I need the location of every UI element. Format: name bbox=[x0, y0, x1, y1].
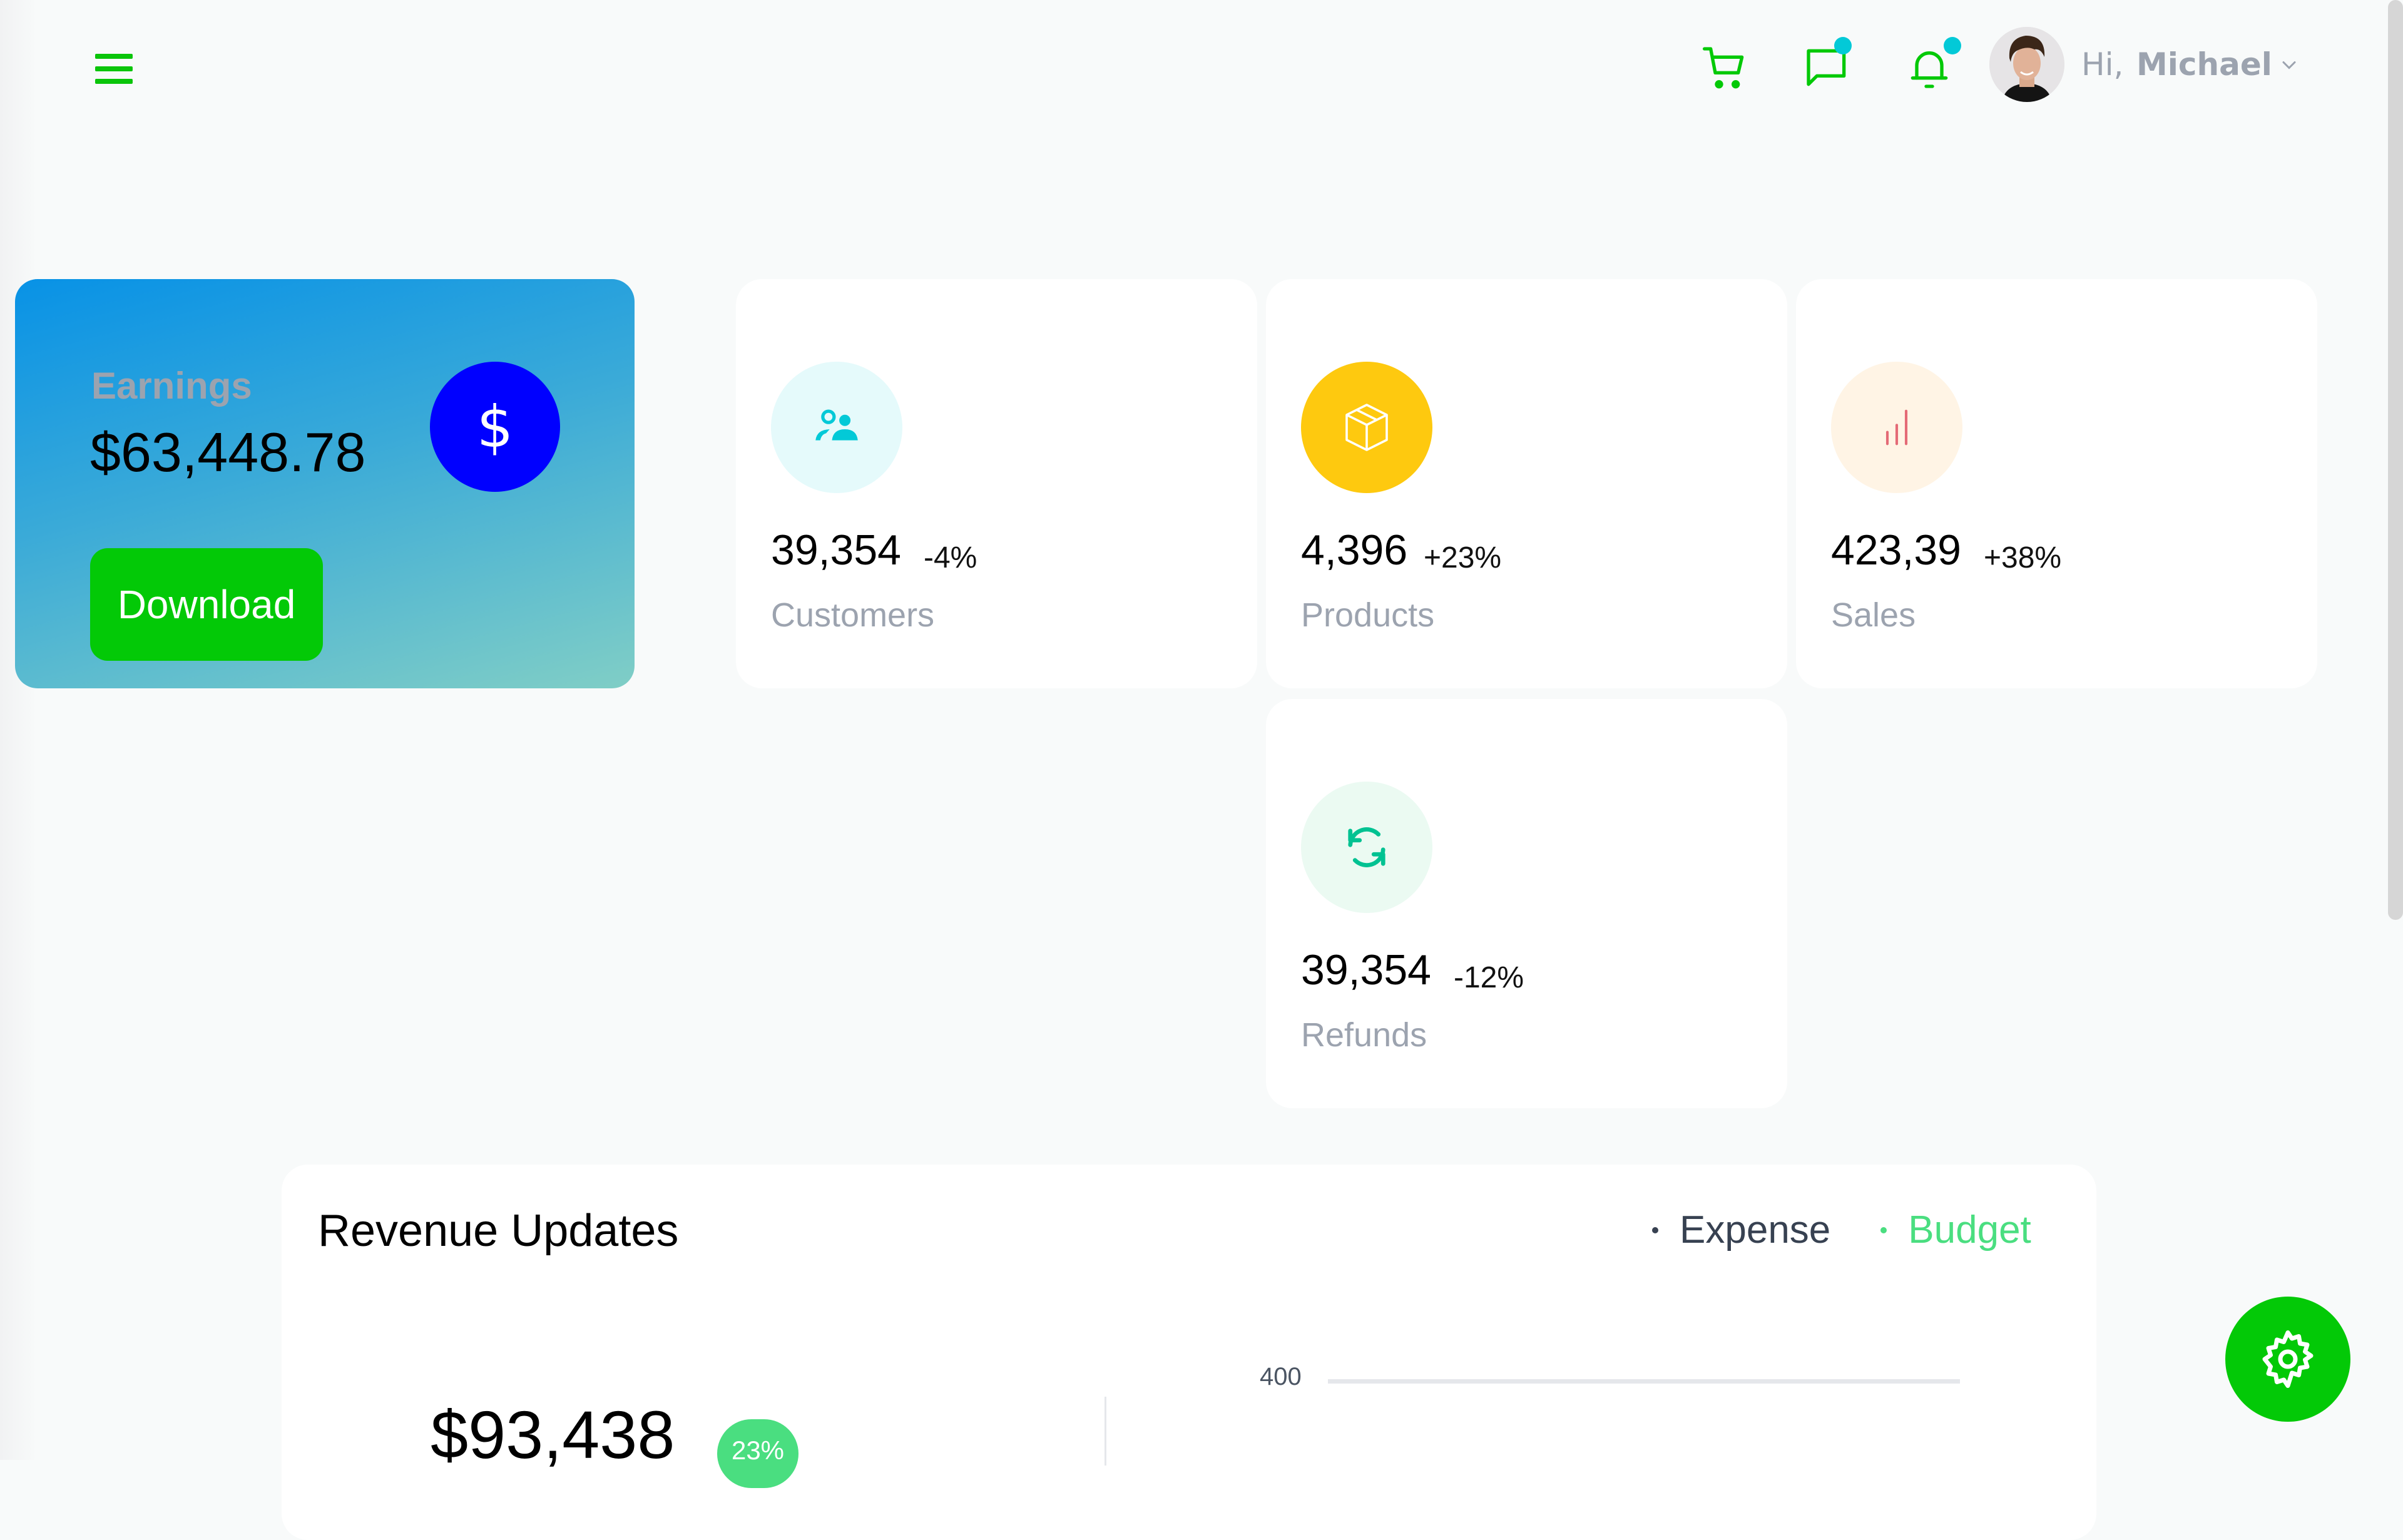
greeting-text: Hi, bbox=[2081, 46, 2124, 83]
dollar-icon: $ bbox=[476, 393, 514, 461]
products-icon-button[interactable] bbox=[1301, 362, 1432, 493]
chevron-down-icon bbox=[2282, 61, 2296, 69]
revenue-change-badge: 23% bbox=[717, 1419, 798, 1488]
page-scrollbar-thumb[interactable] bbox=[2388, 0, 2403, 920]
revenue-amount: $93,438 bbox=[431, 1397, 675, 1472]
page-edge-shade bbox=[0, 0, 38, 1460]
users-icon bbox=[815, 409, 858, 441]
stat-card-customers: 39,354 -4% Customers bbox=[736, 279, 1257, 688]
earnings-dollar-button[interactable]: $ bbox=[430, 362, 560, 492]
hamburger-menu-button[interactable] bbox=[91, 49, 136, 89]
customers-label: Customers bbox=[771, 596, 935, 634]
products-change: +23% bbox=[1424, 541, 1502, 574]
hamburger-line bbox=[95, 66, 133, 71]
cart-icon bbox=[1703, 47, 1744, 89]
refunds-label: Refunds bbox=[1301, 1016, 1427, 1054]
chat-button[interactable] bbox=[1799, 37, 1855, 96]
legend-expense-label: Expense bbox=[1680, 1208, 1831, 1252]
hamburger-menu-icon bbox=[95, 54, 133, 59]
expense-dot-icon bbox=[1652, 1226, 1658, 1233]
revenue-divider bbox=[1105, 1397, 1106, 1466]
bell-notification-dot bbox=[1944, 37, 1961, 54]
user-avatar-photo bbox=[1989, 27, 2064, 102]
products-value: 4,396 bbox=[1301, 526, 1408, 574]
chat-notification-dot bbox=[1834, 37, 1852, 54]
user-menu-dropdown[interactable] bbox=[2278, 54, 2300, 76]
earnings-value: $63,448.78 bbox=[90, 421, 366, 483]
stat-card-refunds: 39,354 -12% Refunds bbox=[1266, 699, 1787, 1108]
customers-value: 39,354 bbox=[771, 526, 901, 574]
earnings-label: Earnings bbox=[91, 365, 252, 407]
sales-icon-button[interactable] bbox=[1831, 362, 1962, 493]
legend-item-expense[interactable]: Expense bbox=[1652, 1208, 1830, 1252]
refresh-icon bbox=[1348, 827, 1385, 867]
gear-icon bbox=[2262, 1330, 2314, 1388]
user-name[interactable]: Michael bbox=[2136, 44, 2272, 85]
stat-card-sales: 423,39 +38% Sales bbox=[1796, 279, 2317, 688]
sales-value: 423,39 bbox=[1831, 526, 1961, 574]
revenue-title: Revenue Updates bbox=[318, 1206, 679, 1256]
bar-chart-icon bbox=[1885, 409, 1908, 446]
refunds-icon-button[interactable] bbox=[1301, 782, 1432, 913]
legend-item-budget[interactable]: Budget bbox=[1880, 1208, 2031, 1252]
sales-change: +38% bbox=[1984, 541, 2062, 574]
user-avatar[interactable] bbox=[1989, 27, 2064, 102]
stat-card-products: 4,396 +23% Products bbox=[1266, 279, 1787, 688]
download-button[interactable]: Download bbox=[90, 548, 323, 661]
sales-label: Sales bbox=[1831, 596, 1916, 634]
customers-icon-button[interactable] bbox=[771, 362, 902, 493]
settings-button[interactable] bbox=[2225, 1297, 2350, 1422]
customers-change: -4% bbox=[924, 541, 977, 574]
y-axis-tick-400: 400 bbox=[1260, 1363, 1302, 1390]
legend-budget-label: Budget bbox=[1908, 1208, 2031, 1252]
revenue-legend: Expense Budget bbox=[1652, 1208, 2031, 1252]
hamburger-line bbox=[95, 79, 133, 84]
budget-dot-icon bbox=[1880, 1226, 1887, 1233]
refunds-change: -12% bbox=[1454, 961, 1524, 994]
box-icon bbox=[1345, 404, 1388, 451]
notifications-button[interactable] bbox=[1901, 37, 1961, 96]
chart-gridline bbox=[1328, 1379, 1960, 1384]
cart-button[interactable] bbox=[1697, 39, 1753, 96]
refunds-value: 39,354 bbox=[1301, 946, 1431, 994]
products-label: Products bbox=[1301, 596, 1435, 634]
